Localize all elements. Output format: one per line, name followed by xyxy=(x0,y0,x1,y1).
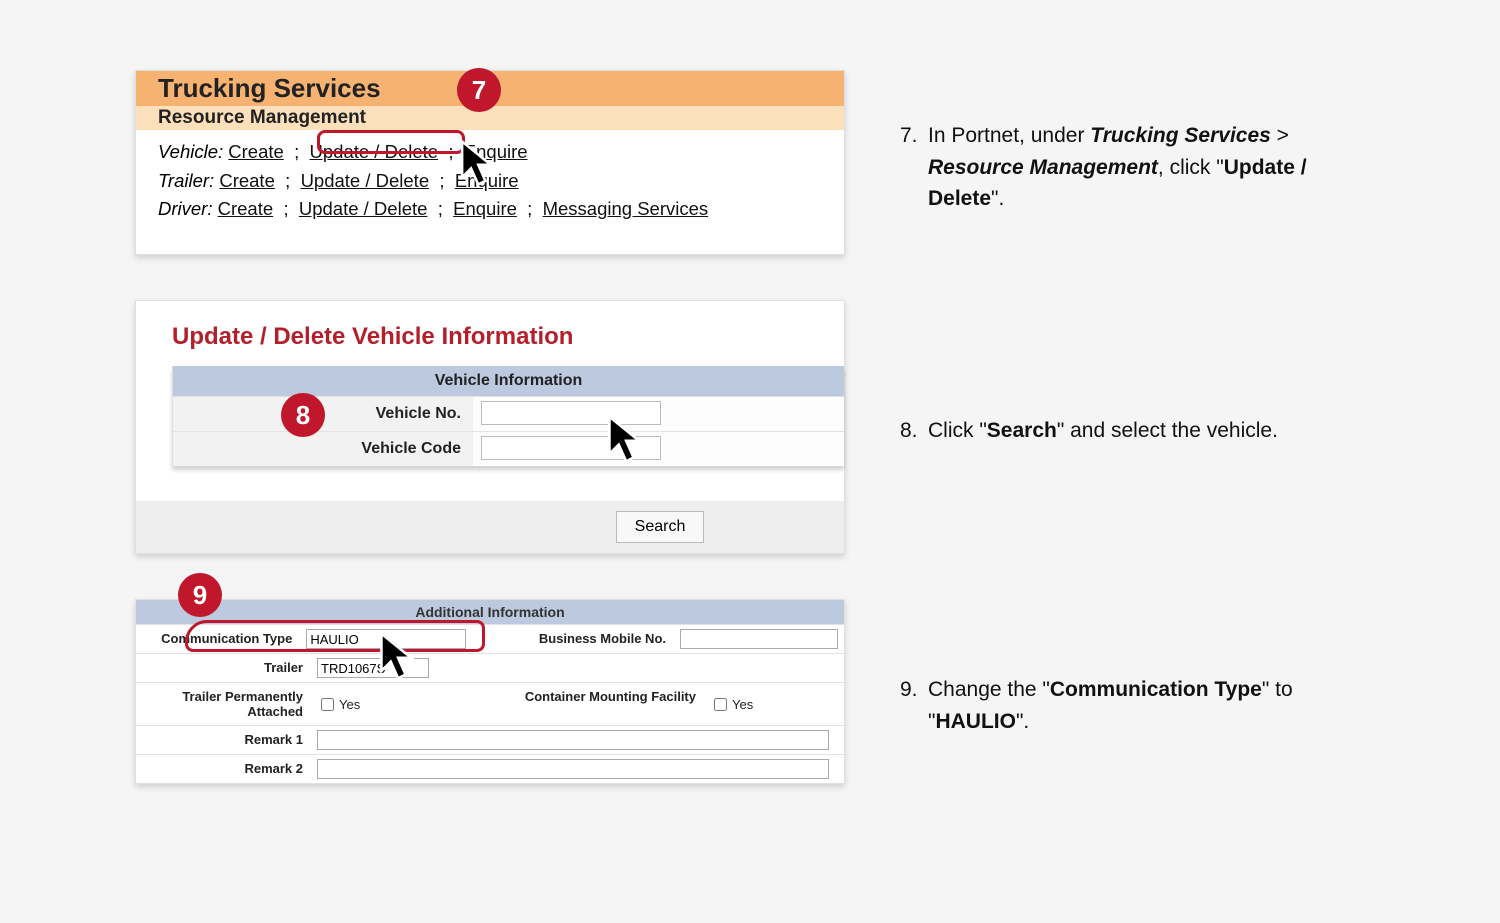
remark2-input[interactable] xyxy=(317,759,829,779)
highlight-box-step9 xyxy=(185,620,485,652)
vehicle-code-label: Vehicle Code xyxy=(173,432,473,466)
trailer-create-link[interactable]: Create xyxy=(219,170,275,191)
trailer-row-label: Trailer: xyxy=(158,170,214,191)
driver-messaging-link[interactable]: Messaging Services xyxy=(543,198,709,219)
vehicle-create-link[interactable]: Create xyxy=(228,141,284,162)
additional-info-panel: Additional Information Communication Typ… xyxy=(135,599,845,784)
trailer-input[interactable] xyxy=(317,658,429,678)
trucking-services-panel: Trucking Services Resource Management Ve… xyxy=(135,70,845,255)
container-mounting-facility-label: Container Mounting Facility xyxy=(489,683,704,725)
heading-resource-management: Resource Management xyxy=(136,106,844,130)
container-mounting-facility-checkbox[interactable]: Yes xyxy=(710,695,753,714)
vehicle-code-input[interactable] xyxy=(481,436,661,460)
step-badge-8: 8 xyxy=(281,393,325,437)
instruction-step-8: 8. Click "Search" and select the vehicle… xyxy=(900,415,1340,447)
driver-enquire-link[interactable]: Enquire xyxy=(453,198,517,219)
instructions-column: 7. In Portnet, under Trucking Services >… xyxy=(900,70,1340,784)
business-mobile-label: Business Mobile No. xyxy=(472,625,674,653)
driver-row-label: Driver: xyxy=(158,198,212,219)
instruction-step-9: 9. Change the "Communication Type" to "H… xyxy=(900,674,1340,737)
search-button[interactable]: Search xyxy=(616,511,705,543)
instruction-step-7: 7. In Portnet, under Trucking Services >… xyxy=(900,120,1340,215)
step-badge-9: 9 xyxy=(178,573,222,617)
remark1-label: Remark 1 xyxy=(136,726,311,754)
step-badge-7: 7 xyxy=(457,68,501,112)
business-mobile-input[interactable] xyxy=(680,629,838,649)
vehicle-no-input[interactable] xyxy=(481,401,661,425)
highlight-box-step7 xyxy=(317,130,465,154)
trailer-permanently-attached-checkbox[interactable]: Yes xyxy=(317,695,360,714)
driver-create-link[interactable]: Create xyxy=(218,198,274,219)
remark1-input[interactable] xyxy=(317,730,829,750)
vehicle-row-label: Vehicle: xyxy=(158,141,223,162)
driver-update-delete-link[interactable]: Update / Delete xyxy=(299,198,428,219)
trailer-update-delete-link[interactable]: Update / Delete xyxy=(301,170,430,191)
update-delete-panel: Update / Delete Vehicle Information Vehi… xyxy=(135,300,845,554)
trailer-enquire-link[interactable]: Enquire xyxy=(455,170,519,191)
panel2-title: Update / Delete Vehicle Information xyxy=(136,301,844,366)
remark2-label: Remark 2 xyxy=(136,755,311,783)
vehicle-info-header: Vehicle Information xyxy=(173,366,844,396)
trailer-permanently-attached-label: Trailer Permanently Attached xyxy=(136,683,311,725)
vehicle-enquire-link[interactable]: Enquire xyxy=(464,141,528,162)
trailer-label: Trailer xyxy=(136,654,311,682)
